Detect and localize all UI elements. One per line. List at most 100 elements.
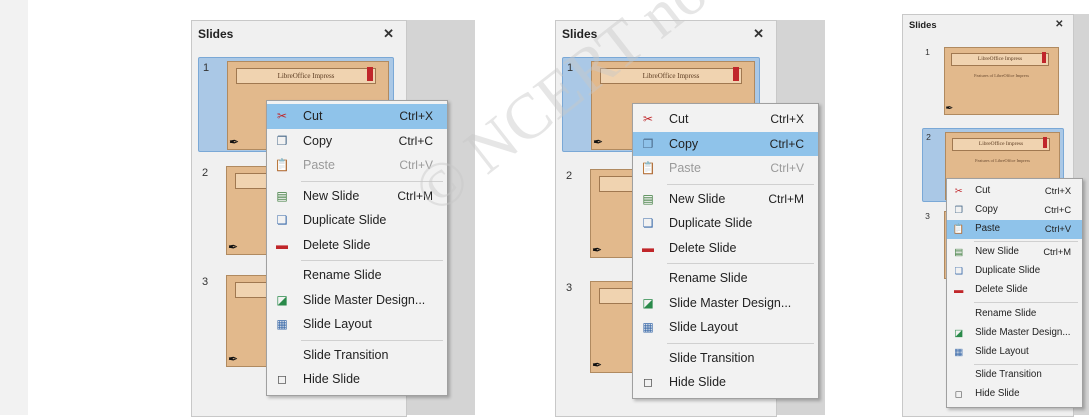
menu-separator <box>973 241 1078 243</box>
slide-title-text: LibreOffice Impress <box>977 55 1023 62</box>
slide-thumbnail-1[interactable]: 1 LibreOffice Impress Features of LibreOff… <box>922 44 1062 116</box>
slide-preview: LibreOffice Impress Features of LibreOffi… <box>943 47 1060 115</box>
menu-separator <box>973 363 1078 365</box>
slide-title-text: LibreOffice Impress <box>978 140 1024 147</box>
menu-item-cut[interactable]: ✂ Cut Ctrl+X <box>633 107 818 132</box>
slide-subtitle: Features of LibreOffice Impress <box>975 157 1031 163</box>
slide-title-bar: LibreOffice Impress <box>951 52 1049 66</box>
menu-item-label: Duplicate Slide <box>303 213 387 227</box>
menu-item-copy[interactable]: ❐ Copy Ctrl+C <box>947 201 1082 220</box>
slide-title-text: LibreOffice Impress <box>277 72 335 80</box>
pen-cursor-icon: ✒ <box>592 243 603 257</box>
menu-item-label: Slide Master Design... <box>669 295 792 310</box>
menu-item-slide-transition[interactable]: Slide Transition <box>947 366 1082 385</box>
menu-item-delete-slide[interactable]: ▬ Delete Slide <box>267 233 447 258</box>
menu-item-slide-layout[interactable]: ▦ Slide Layout <box>633 315 818 340</box>
left-margin-strip <box>0 0 28 415</box>
master-design-icon: ◪ <box>276 292 288 307</box>
menu-item-label: Slide Master Design... <box>975 326 1071 338</box>
menu-item-label: New Slide <box>669 191 726 206</box>
menu-item-label: New Slide <box>975 246 1019 258</box>
menu-item-new-slide[interactable]: ▤ New Slide Ctrl+M <box>947 243 1082 262</box>
new-slide-icon: ▤ <box>276 188 288 203</box>
menu-separator <box>973 302 1078 304</box>
close-icon[interactable]: ✕ <box>753 26 764 42</box>
slide-title-bar: LibreOffice Impress <box>236 67 376 84</box>
menu-item-label: Slide Layout <box>669 320 738 334</box>
menu-item-label: Slide Layout <box>303 317 372 331</box>
master-design-icon: ◪ <box>954 327 964 338</box>
menu-item-label: Rename Slide <box>303 268 382 282</box>
menu-item-label: Paste <box>303 158 335 172</box>
menu-item-slide-transition[interactable]: Slide Transition <box>267 343 447 368</box>
menu-item-slide-layout[interactable]: ▦ Slide Layout <box>947 343 1082 362</box>
menu-item-shortcut: Ctrl+C <box>769 136 804 151</box>
menu-item-label: Hide Slide <box>975 388 1020 400</box>
menu-item-slide-layout[interactable]: ▦ Slide Layout <box>267 312 447 337</box>
menu-item-hide-slide[interactable]: ◻ Hide Slide <box>267 367 447 392</box>
context-menu: ✂ Cut Ctrl+X ❐ Copy Ctrl+C 📋 Paste Ctrl+V ▤ New Sl… <box>632 103 819 399</box>
menu-item-copy[interactable]: ❐ Copy Ctrl+C <box>633 131 818 156</box>
slide-number: 2 <box>202 167 209 179</box>
menu-item-cut[interactable]: ✂ Cut Ctrl+X <box>267 104 447 129</box>
paste-icon: 📋 <box>952 223 965 234</box>
bookmark-icon <box>1041 52 1047 64</box>
menu-separator <box>301 260 443 261</box>
pen-cursor-icon: ✒ <box>593 135 604 149</box>
pen-cursor-icon: ✒ <box>945 103 954 114</box>
menu-item-shortcut: Ctrl+M <box>768 191 804 206</box>
menu-item-delete-slide[interactable]: ▬ Delete Slide <box>633 236 818 261</box>
copy-icon: ❐ <box>954 204 963 215</box>
menu-item-slide-master-design[interactable]: ◪ Slide Master Design... <box>633 291 818 316</box>
slide-number: 1 <box>925 47 930 58</box>
menu-item-label: Slide Layout <box>975 345 1029 357</box>
close-icon[interactable]: ✕ <box>383 26 394 42</box>
pen-cursor-icon: ✒ <box>229 135 240 149</box>
menu-item-copy[interactable]: ❐ Copy Ctrl+C <box>267 129 447 154</box>
paste-icon: 📋 <box>274 158 290 172</box>
duplicate-slide-icon: ❏ <box>276 213 288 227</box>
menu-item-slide-master-design[interactable]: ◪ Slide Master Design... <box>947 324 1082 343</box>
menu-item-label: Paste <box>975 222 1001 234</box>
menu-item-shortcut: Ctrl+C <box>1044 204 1072 215</box>
pen-cursor-icon: ✒ <box>228 240 239 254</box>
menu-item-shortcut: Ctrl+X <box>1044 186 1072 196</box>
slide-number: 2 <box>926 132 931 143</box>
menu-item-label: Paste <box>669 161 701 175</box>
bookmark-icon <box>1042 137 1048 149</box>
menu-item-rename-slide[interactable]: Rename Slide <box>947 305 1082 324</box>
copy-icon: ❐ <box>642 136 654 151</box>
duplicate-slide-icon: ❏ <box>642 216 654 230</box>
menu-item-label: Copy <box>975 203 998 215</box>
menu-item-hide-slide[interactable]: ◻ Hide Slide <box>947 385 1082 404</box>
close-icon[interactable]: ✕ <box>1055 19 1063 30</box>
delete-slide-icon: ▬ <box>954 285 964 296</box>
menu-item-rename-slide[interactable]: Rename Slide <box>267 263 447 288</box>
menu-item-duplicate-slide[interactable]: ❏ Duplicate Slide <box>633 211 818 236</box>
menu-item-hide-slide[interactable]: ◻ Hide Slide <box>633 370 818 395</box>
menu-item-duplicate-slide[interactable]: ❏ Duplicate Slide <box>267 208 447 233</box>
menu-item-label: Delete Slide <box>303 237 371 252</box>
slide-number: 3 <box>202 276 209 288</box>
bookmark-icon <box>733 67 739 81</box>
menu-item-slide-transition[interactable]: Slide Transition <box>633 346 818 371</box>
menu-item-paste[interactable]: 📋 Paste Ctrl+V <box>947 219 1082 239</box>
menu-item-cut[interactable]: ✂ Cut Ctrl+X <box>947 182 1082 201</box>
new-slide-icon: ▤ <box>954 247 964 258</box>
menu-item-label: Duplicate Slide <box>669 216 753 230</box>
menu-item-new-slide[interactable]: ▤ New Slide Ctrl+M <box>633 187 818 212</box>
menu-item-label: Slide Transition <box>975 369 1042 381</box>
hide-slide-icon: ◻ <box>277 372 287 386</box>
layout-icon: ▦ <box>954 346 964 357</box>
slide-number: 3 <box>925 211 930 222</box>
menu-item-rename-slide[interactable]: Rename Slide <box>633 266 818 291</box>
menu-item-shortcut: Ctrl+V <box>770 161 804 175</box>
menu-item-shortcut: Ctrl+X <box>399 109 433 123</box>
menu-item-delete-slide[interactable]: ▬ Delete Slide <box>947 281 1082 300</box>
menu-item-duplicate-slide[interactable]: ❏ Duplicate Slide <box>947 262 1082 281</box>
menu-item-label: Copy <box>303 133 333 148</box>
menu-item-paste[interactable]: 📋 Paste Ctrl+V <box>633 156 818 181</box>
menu-item-slide-master-design[interactable]: ◪ Slide Master Design... <box>267 288 447 313</box>
menu-item-label: Delete Slide <box>975 284 1028 296</box>
menu-item-shortcut: Ctrl+V <box>1044 223 1072 234</box>
